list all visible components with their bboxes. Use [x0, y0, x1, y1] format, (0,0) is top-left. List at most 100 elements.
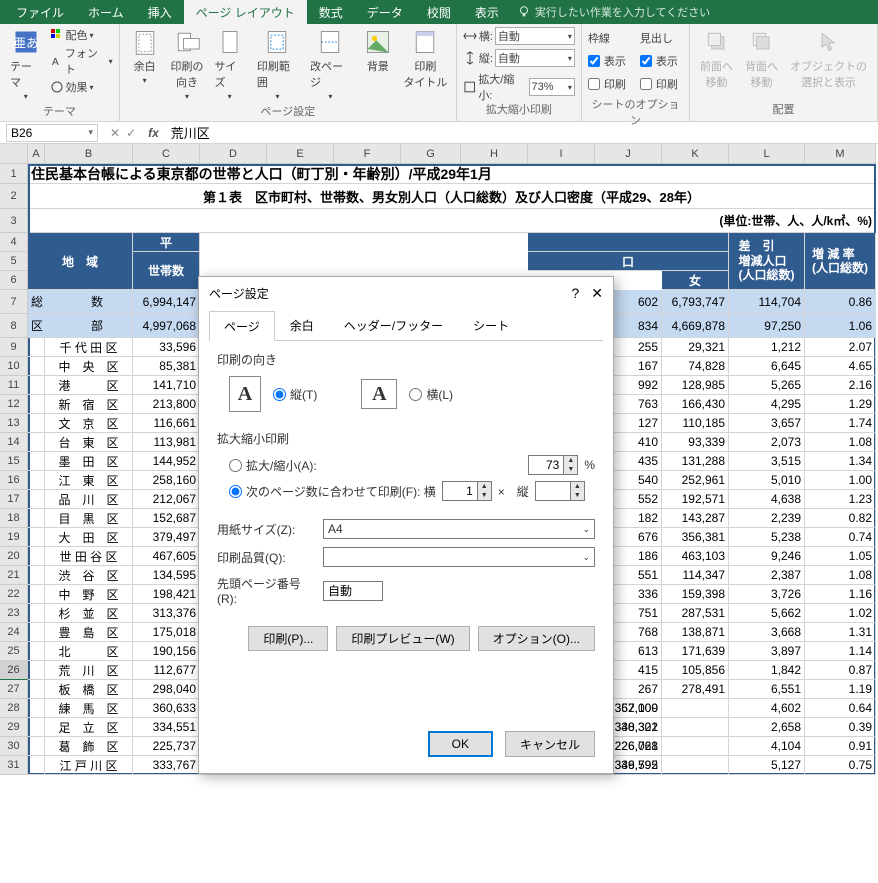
row-header[interactable]: 18	[0, 509, 28, 528]
cell[interactable]: 6,551	[729, 680, 805, 699]
cell[interactable]: 江 東 区	[45, 471, 133, 490]
cell[interactable]: 5,265	[729, 376, 805, 395]
fit-to-radio[interactable]: 次のページ数に合わせて印刷(F): 横	[229, 483, 436, 500]
cell[interactable]: 0.91	[805, 737, 876, 756]
cell[interactable]: 千 代 田 区	[45, 338, 133, 357]
orientation-button[interactable]: 印刷の 向き▾	[168, 26, 207, 103]
cell[interactable]: 1,842	[729, 661, 805, 680]
cell[interactable]: 333,767	[133, 756, 200, 775]
ribbon-tab[interactable]: ファイル	[4, 0, 76, 25]
cell[interactable]	[28, 509, 45, 528]
row-header[interactable]: 22	[0, 585, 28, 604]
paper-size-combo[interactable]: A4⌄	[323, 519, 595, 539]
cell[interactable]: 台 東 区	[45, 433, 133, 452]
cell[interactable]: 5,010	[729, 471, 805, 490]
cell[interactable]: 5,127	[729, 756, 805, 775]
row-header[interactable]: 3	[0, 209, 28, 233]
cell[interactable]: 110,185	[662, 414, 729, 433]
cell[interactable]	[28, 357, 45, 376]
cell[interactable]: 北 区	[45, 642, 133, 661]
cell[interactable]: 1.29	[805, 395, 876, 414]
cell[interactable]: 4.65	[805, 357, 876, 376]
cancel-button[interactable]: キャンセル	[505, 731, 595, 757]
cell[interactable]	[28, 566, 45, 585]
cell[interactable]	[28, 376, 45, 395]
ribbon-tab[interactable]: 数式	[307, 0, 355, 25]
column-header[interactable]: D	[200, 144, 267, 164]
cell[interactable]: 練 馬 区	[45, 699, 133, 718]
cell[interactable]: 114,347	[662, 566, 729, 585]
row-header[interactable]: 2	[0, 184, 28, 209]
cell[interactable]: 口	[528, 252, 729, 271]
cell[interactable]: 4,104	[729, 737, 805, 756]
cell[interactable]: 女	[662, 271, 729, 290]
row-header[interactable]: 10	[0, 357, 28, 376]
cell[interactable]	[28, 623, 45, 642]
cell[interactable]: 総 数	[28, 290, 133, 314]
cell[interactable]	[528, 233, 729, 252]
cell[interactable]	[28, 680, 45, 699]
cell[interactable]: 131,288	[662, 452, 729, 471]
cancel-formula-icon[interactable]: ✕	[110, 126, 120, 140]
cell[interactable]: 品 川 区	[45, 490, 133, 509]
column-header[interactable]: M	[805, 144, 876, 164]
cell[interactable]	[28, 433, 45, 452]
ribbon-tab[interactable]: データ	[355, 0, 415, 25]
ribbon-tab[interactable]: 表示	[463, 0, 511, 25]
column-header[interactable]: K	[662, 144, 729, 164]
cell[interactable]: 3,515	[729, 452, 805, 471]
cell[interactable]: 中 野 区	[45, 585, 133, 604]
row-header[interactable]: 14	[0, 433, 28, 452]
column-header[interactable]: C	[133, 144, 200, 164]
cell[interactable]	[28, 718, 45, 737]
column-header[interactable]: F	[334, 144, 401, 164]
dialog-tab[interactable]: ページ	[209, 311, 275, 341]
cell[interactable]: 平	[133, 233, 200, 252]
name-box[interactable]: B26▾	[6, 124, 98, 142]
row-header[interactable]: 29	[0, 718, 28, 737]
adjust-scale-radio[interactable]: 拡大/縮小(A):	[229, 457, 317, 474]
column-header[interactable]: E	[267, 144, 334, 164]
effects-button[interactable]: 効果▾	[50, 78, 113, 96]
cell[interactable]: 198,421	[133, 585, 200, 604]
cell[interactable]: 江 戸 川 区	[45, 756, 133, 775]
gridlines-view-check[interactable]: 表示	[588, 53, 626, 69]
cell[interactable]: 2,387	[729, 566, 805, 585]
dialog-tab[interactable]: ヘッダー/フッター	[329, 310, 458, 340]
cell[interactable]: 85,381	[133, 357, 200, 376]
cell[interactable]: 114,704	[729, 290, 805, 314]
cell[interactable]: 3,726	[729, 585, 805, 604]
row-header[interactable]: 26	[0, 661, 28, 680]
column-header[interactable]: I	[528, 144, 595, 164]
cell[interactable]: 379,497	[133, 528, 200, 547]
column-header[interactable]: B	[45, 144, 133, 164]
headings-view-check[interactable]: 表示	[640, 53, 678, 69]
ribbon-tab[interactable]: 校閲	[415, 0, 463, 25]
cell[interactable]: 大 田 区	[45, 528, 133, 547]
row-header[interactable]: 13	[0, 414, 28, 433]
cell[interactable]: 3,657	[729, 414, 805, 433]
row-header[interactable]: 1	[0, 164, 28, 184]
cell[interactable]: 2.07	[805, 338, 876, 357]
cell[interactable]: 1.05	[805, 547, 876, 566]
cell[interactable]: 3,897	[729, 642, 805, 661]
background-button[interactable]: 背景	[359, 26, 397, 76]
cell[interactable]	[28, 338, 45, 357]
cell[interactable]: 212,067	[133, 490, 200, 509]
cell[interactable]: 1.16	[805, 585, 876, 604]
cell[interactable]: 213,800	[133, 395, 200, 414]
options-button[interactable]: オプション(O)...	[478, 626, 595, 651]
margins-button[interactable]: 余白▾	[126, 26, 164, 87]
cell[interactable]	[662, 718, 729, 737]
cell[interactable]: 4,602	[729, 699, 805, 718]
cell[interactable]: 152,687	[133, 509, 200, 528]
cell[interactable]	[28, 737, 45, 756]
cell[interactable]: 板 橋 区	[45, 680, 133, 699]
cell[interactable]: 175,018	[133, 623, 200, 642]
row-header[interactable]: 16	[0, 471, 28, 490]
ribbon-tab[interactable]: ページ レイアウト	[184, 0, 307, 25]
row-header[interactable]: 25	[0, 642, 28, 661]
cell[interactable]	[28, 585, 45, 604]
cell[interactable]	[28, 452, 45, 471]
cell[interactable]: 5,662	[729, 604, 805, 623]
